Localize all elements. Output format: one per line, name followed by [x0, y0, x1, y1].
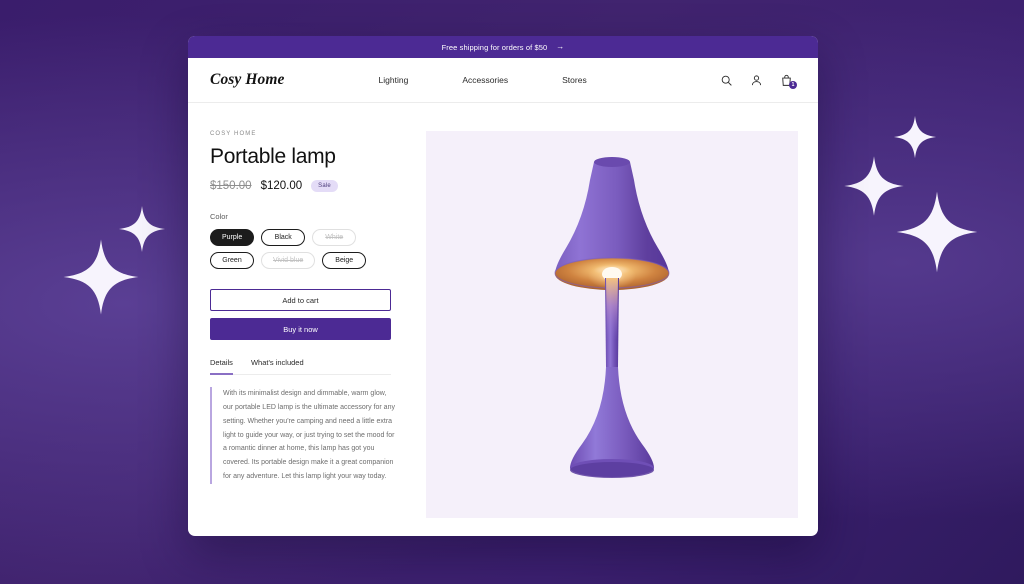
- color-option-green[interactable]: Green: [210, 252, 254, 269]
- tab-details[interactable]: Details: [210, 358, 233, 375]
- arrow-right-icon: →: [556, 42, 565, 51]
- nav-item-stores[interactable]: Stores: [562, 75, 587, 85]
- header-actions: 1: [719, 73, 797, 89]
- cart-icon[interactable]: 1: [779, 73, 797, 89]
- account-icon[interactable]: [749, 73, 764, 88]
- price-row: $150.00 $120.00 Sale: [210, 180, 406, 192]
- browser-window: Free shipping for orders of $50 → Cosy H…: [188, 36, 818, 536]
- site-header: Cosy Home Lighting Accessories Stores 1: [188, 58, 818, 103]
- portable-lamp-image: [554, 157, 670, 478]
- product-tabs: Details What's included: [210, 358, 391, 375]
- brand-logo[interactable]: Cosy Home: [210, 71, 285, 89]
- main-navigation: Lighting Accessories Stores: [379, 75, 587, 85]
- status-badge: Sale: [311, 180, 338, 192]
- product-media-column: [426, 131, 798, 518]
- color-option-group: Purple Black White Green Vivid blue Beig…: [210, 229, 380, 269]
- product-vendor: COSY HOME: [210, 131, 257, 137]
- add-to-cart-button[interactable]: Add to cart: [210, 289, 391, 311]
- color-option-white[interactable]: White: [312, 229, 357, 246]
- color-option-label: Color: [210, 212, 228, 221]
- color-option-black[interactable]: Black: [261, 229, 306, 246]
- tab-whats-included[interactable]: What's included: [251, 358, 304, 374]
- cart-count-badge: 1: [789, 80, 797, 89]
- announcement-text: Free shipping for orders of $50: [441, 42, 548, 52]
- product-description: With its minimalist design and dimmable,…: [210, 387, 398, 485]
- description-text: With its minimalist design and dimmable,…: [223, 390, 395, 481]
- product-details-column: COSY HOME Portable lamp $150.00 $120.00 …: [188, 131, 418, 518]
- compare-at-price: $150.00: [210, 180, 252, 192]
- sparkle-icon: [893, 115, 937, 159]
- announcement-bar[interactable]: Free shipping for orders of $50 →: [188, 36, 818, 58]
- color-option-purple[interactable]: Purple: [210, 229, 255, 246]
- product-image-panel[interactable]: [426, 131, 798, 518]
- nav-item-lighting[interactable]: Lighting: [379, 75, 409, 85]
- color-option-vivid-blue[interactable]: Vivid blue: [261, 252, 316, 269]
- color-option-beige[interactable]: Beige: [322, 252, 367, 269]
- sparkle-icon: [63, 239, 139, 315]
- current-price: $120.00: [260, 180, 303, 192]
- product-page: COSY HOME Portable lamp $150.00 $120.00 …: [188, 103, 818, 518]
- sparkle-icon: [896, 191, 978, 273]
- nav-item-accessories[interactable]: Accessories: [462, 75, 508, 85]
- buy-it-now-button[interactable]: Buy it now: [210, 318, 391, 340]
- search-icon[interactable]: [719, 73, 734, 88]
- page-title: Portable lamp: [210, 145, 336, 168]
